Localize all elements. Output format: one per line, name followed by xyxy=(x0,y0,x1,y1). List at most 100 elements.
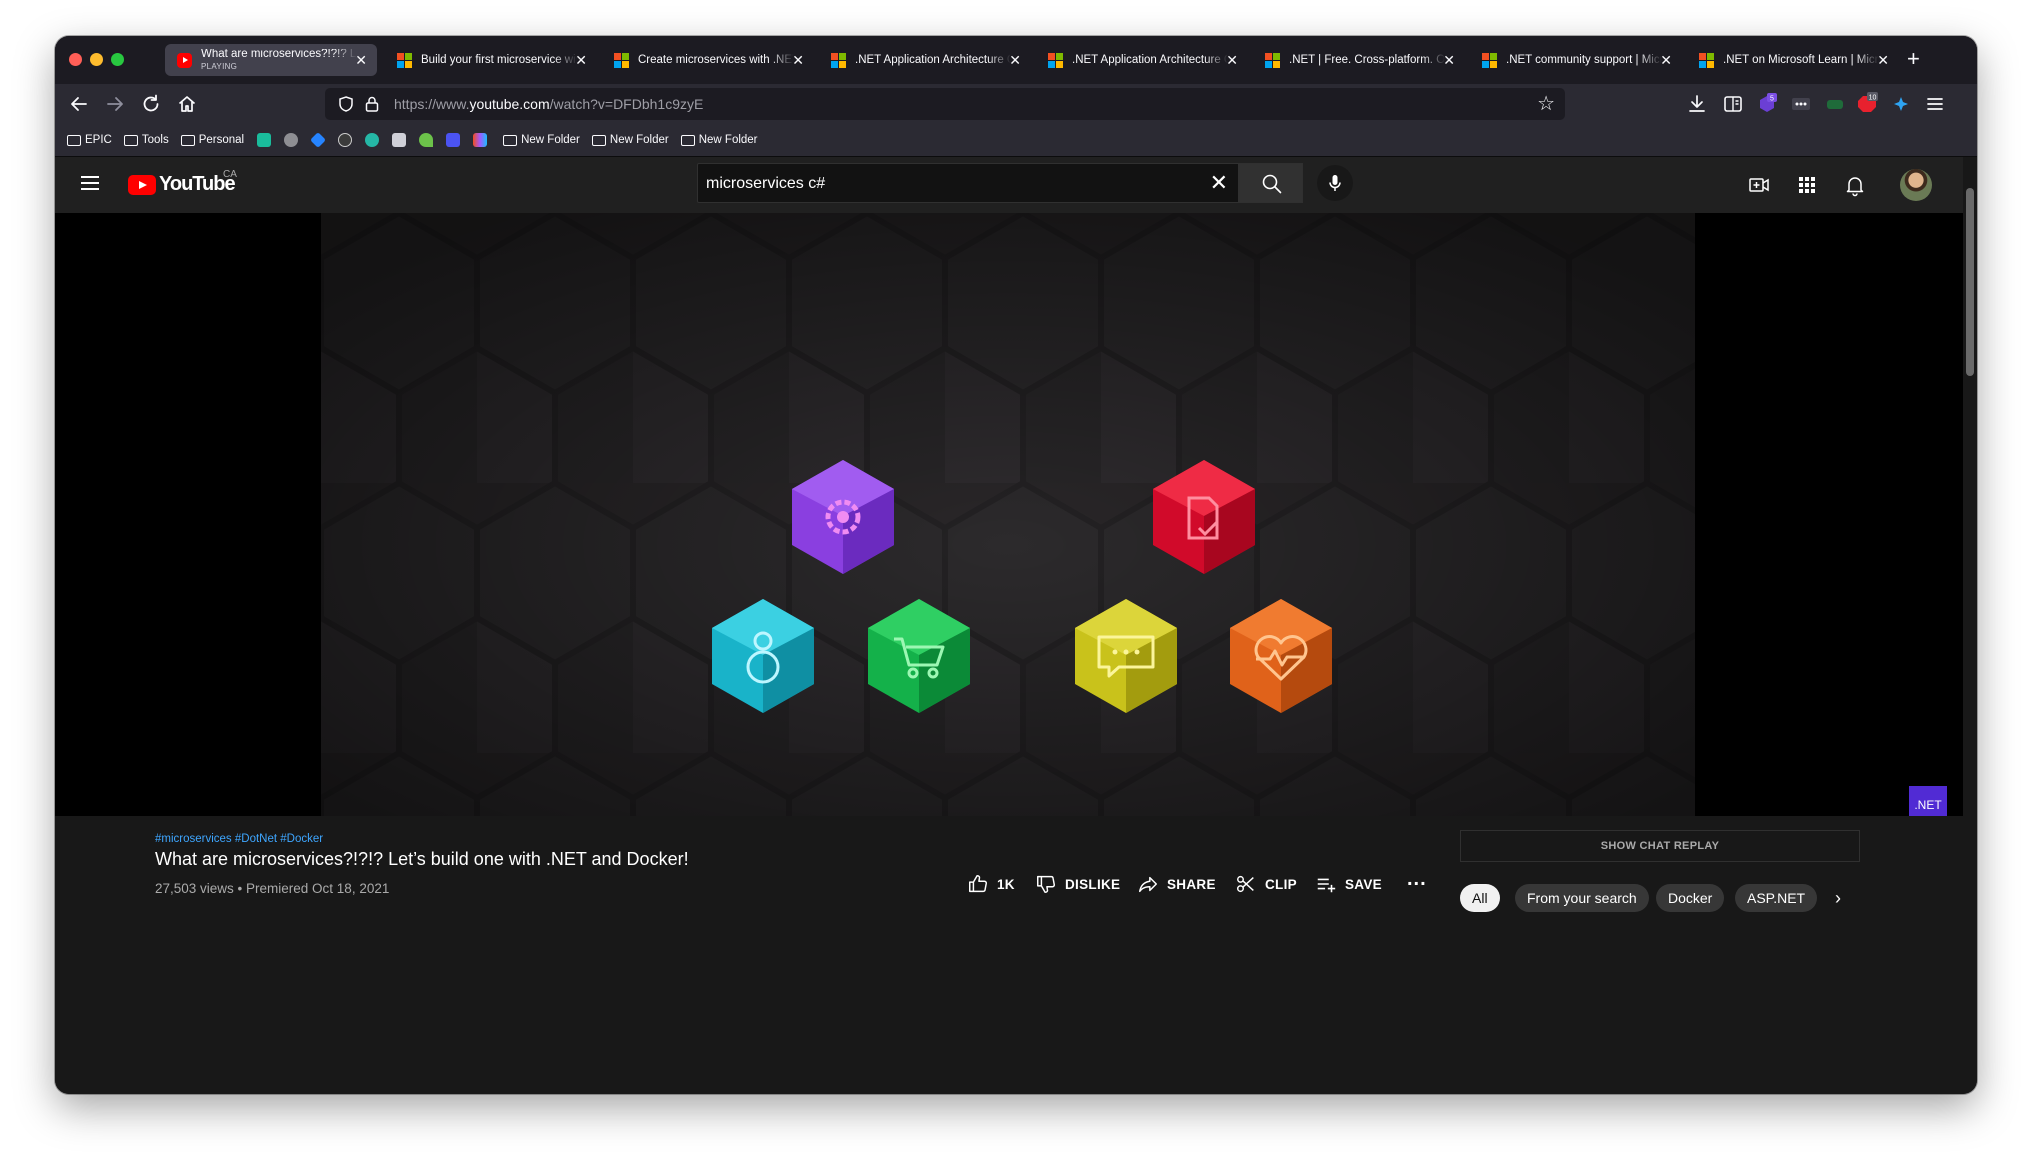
dots-extension-icon[interactable] xyxy=(1789,92,1813,116)
bookmark-star-icon[interactable]: ☆ xyxy=(1537,92,1555,116)
jira-bookmark-icon[interactable] xyxy=(310,132,327,148)
forward-button[interactable] xyxy=(103,92,127,116)
back-button[interactable] xyxy=(67,92,91,116)
close-window-button[interactable] xyxy=(69,53,82,66)
close-tab-icon[interactable]: ✕ xyxy=(1009,52,1021,68)
url-prefix: https://www. xyxy=(394,96,470,112)
close-tab-icon[interactable]: ✕ xyxy=(1877,52,1889,68)
video-player[interactable] xyxy=(55,213,1963,816)
reload-button[interactable] xyxy=(139,92,163,116)
browser-window: What are microservices?!?!? Let's build … xyxy=(55,36,1977,1094)
purple-extension-icon[interactable]: 5 xyxy=(1755,92,1779,116)
search-input[interactable]: microservices c# ✕ xyxy=(697,163,1239,203)
zoom-window-button[interactable] xyxy=(111,53,124,66)
health-heart-icon xyxy=(1230,599,1332,713)
tab-title: .NET on Microsoft Learn | Microsoft xyxy=(1723,54,1879,66)
figma-bookmark-icon[interactable] xyxy=(473,133,488,147)
chip-from-your-search[interactable]: From your search xyxy=(1515,884,1649,912)
tab-microsoft-learn[interactable]: .NET on Microsoft Learn | Microsoft ✕ xyxy=(1687,44,1899,76)
tab-title: .NET Application Architecture Guides xyxy=(1072,54,1228,66)
youtube-logo[interactable]: YouTube xyxy=(128,173,236,196)
voice-search-button[interactable] xyxy=(1317,165,1353,201)
youtube-header: YouTube CA microservices c# ✕ xyxy=(55,157,1963,213)
tab-title: .NET Application Architecture Guides xyxy=(855,54,1011,66)
downloads-icon[interactable] xyxy=(1685,92,1709,116)
scissors-icon xyxy=(1237,875,1254,893)
more-actions-button[interactable]: ... xyxy=(1407,868,1427,891)
bookmark-folder-personal[interactable]: Personal xyxy=(180,134,244,146)
share-button[interactable]: SHARE xyxy=(1137,872,1216,896)
hexagon-background xyxy=(321,213,1695,816)
chevron-right-icon[interactable]: › xyxy=(1835,888,1841,909)
bookmark-label: New Folder xyxy=(521,134,580,146)
gray-bookmark-icon[interactable] xyxy=(392,133,407,147)
apple-bookmark-icon[interactable] xyxy=(284,133,299,147)
apps-grid-icon[interactable] xyxy=(1795,173,1819,197)
close-tab-icon[interactable]: ✕ xyxy=(1660,52,1672,68)
like-count: 1K xyxy=(997,876,1015,892)
w-bookmark-icon[interactable] xyxy=(446,133,461,147)
extension-badge: 10 xyxy=(1869,95,1877,102)
close-tab-icon[interactable]: ✕ xyxy=(1226,52,1238,68)
share-label: SHARE xyxy=(1167,876,1216,892)
clip-button[interactable]: CLIP xyxy=(1235,872,1297,896)
teal-circle-bookmark-icon[interactable] xyxy=(365,133,380,147)
account-avatar[interactable] xyxy=(1900,169,1932,201)
show-chat-replay-button[interactable]: SHOW CHAT REPLAY xyxy=(1460,830,1860,862)
tracking-protection-shield-icon[interactable] xyxy=(337,95,355,113)
clip-label: CLIP xyxy=(1265,876,1297,892)
tab-dotnet-free[interactable]: .NET | Free. Cross-platform. Open Source… xyxy=(1253,44,1465,76)
blue-extension-icon[interactable] xyxy=(1889,92,1913,116)
teal-bookmark-icon[interactable] xyxy=(257,133,272,147)
thumbs-up-icon xyxy=(969,875,987,893)
tab-youtube-video[interactable]: What are microservices?!?!? Let's build … xyxy=(165,44,377,76)
tab-architecture-2[interactable]: .NET Application Architecture Guides ✕ xyxy=(1036,44,1248,76)
bookmark-folder-epic[interactable]: EPIC xyxy=(67,134,112,146)
github-bookmark-icon[interactable] xyxy=(338,133,353,147)
like-button[interactable]: 1K xyxy=(967,872,1015,896)
search-button[interactable] xyxy=(1239,163,1303,203)
bookmark-folder-tools[interactable]: Tools xyxy=(123,134,169,146)
notifications-bell-icon[interactable] xyxy=(1843,173,1867,197)
chip-docker[interactable]: Docker xyxy=(1656,884,1725,912)
chip-aspnet[interactable]: ASP.NET xyxy=(1735,884,1818,912)
close-tab-icon[interactable]: ✕ xyxy=(575,52,587,68)
video-frame[interactable] xyxy=(321,213,1695,816)
address-bar[interactable]: https://www.youtube.com/watch?v=DFDbh1c9… xyxy=(325,88,1565,120)
user-icon xyxy=(712,599,814,713)
tab-build-microservice[interactable]: Build your first microservice with .NET … xyxy=(385,44,597,76)
video-hashtags[interactable]: #microservices #DotNet #Docker xyxy=(155,833,323,845)
create-video-icon[interactable] xyxy=(1747,173,1771,197)
bookmark-label: New Folder xyxy=(609,134,669,146)
close-tab-icon[interactable]: ✕ xyxy=(1443,52,1455,68)
adblock-extension-icon[interactable]: 10 xyxy=(1855,92,1879,116)
scrollbar-thumb[interactable] xyxy=(1966,188,1974,376)
minimize-window-button[interactable] xyxy=(90,53,103,66)
dislike-button[interactable]: DISLIKE xyxy=(1035,872,1120,896)
bookmark-folder-new-1[interactable]: New Folder xyxy=(503,134,580,146)
tab-create-microservices[interactable]: Create microservices with .NET and ASP.N… xyxy=(602,44,814,76)
menu-hamburger-icon[interactable] xyxy=(1923,92,1947,116)
tab-architecture-1[interactable]: .NET Application Architecture Guides ✕ xyxy=(819,44,1031,76)
lock-icon[interactable] xyxy=(363,95,381,113)
search-icon xyxy=(1262,174,1282,194)
guide-menu-icon[interactable] xyxy=(81,176,99,190)
bookmark-folder-new-3[interactable]: New Folder xyxy=(680,134,758,146)
green-extension-icon[interactable] xyxy=(1823,92,1847,116)
tab-community-support[interactable]: .NET community support | Microsoft ✕ xyxy=(1470,44,1682,76)
reader-view-icon[interactable] xyxy=(1721,92,1745,116)
green-leaf-bookmark-icon[interactable] xyxy=(419,133,434,147)
tab-title: What are microservices?!?!? Let's build … xyxy=(201,48,357,60)
save-button[interactable]: SAVE xyxy=(1315,872,1382,896)
microsoft-icon xyxy=(1699,52,1714,68)
close-tab-icon[interactable]: ✕ xyxy=(355,52,367,68)
microsoft-icon xyxy=(397,52,412,68)
new-tab-button[interactable]: + xyxy=(1907,46,1920,72)
home-button[interactable] xyxy=(175,92,199,116)
clear-search-icon[interactable]: ✕ xyxy=(1210,171,1228,195)
tab-title: .NET | Free. Cross-platform. Open Source… xyxy=(1289,54,1445,66)
url-text[interactable]: https://www.youtube.com/watch?v=DFDbh1c9… xyxy=(394,96,703,112)
bookmark-folder-new-2[interactable]: New Folder xyxy=(591,134,669,146)
close-tab-icon[interactable]: ✕ xyxy=(792,52,804,68)
chip-all[interactable]: All xyxy=(1460,884,1500,912)
